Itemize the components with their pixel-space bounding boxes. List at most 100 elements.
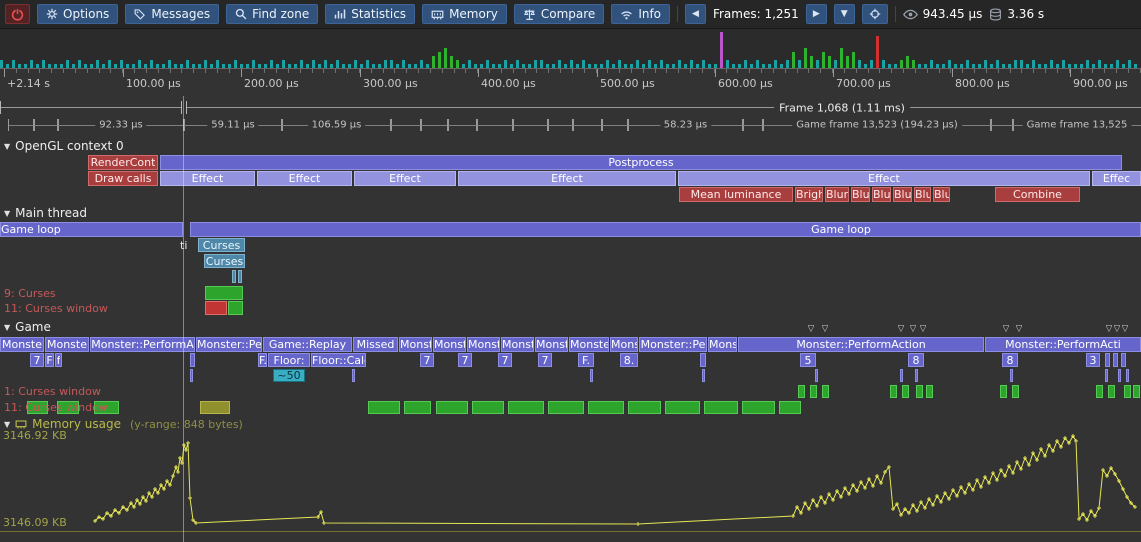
frame-histogram-bar[interactable]: [744, 60, 747, 68]
plot-label[interactable]: 1: Curses window: [4, 385, 164, 398]
frame-histogram-bar[interactable]: [756, 60, 759, 68]
timeline-zone[interactable]: [205, 301, 227, 315]
frame-histogram-bar[interactable]: [0, 60, 3, 68]
frame-histogram-bar[interactable]: [900, 60, 903, 68]
timeline-zone[interactable]: 7: [458, 353, 472, 367]
timeline-zone[interactable]: [1000, 385, 1007, 398]
frame-histogram-bar[interactable]: [948, 60, 951, 68]
timeline-zone[interactable]: Game loop: [190, 222, 1141, 237]
timeline-zone[interactable]: [436, 401, 468, 414]
message-marker-icon[interactable]: ▽: [806, 325, 816, 335]
statistics-button[interactable]: Statistics: [325, 4, 415, 24]
frame-histogram-bar[interactable]: [78, 60, 81, 68]
timeline-zone[interactable]: ~50: [273, 369, 305, 382]
frame-histogram-bar[interactable]: [786, 60, 789, 68]
frame-histogram-bar[interactable]: [834, 60, 837, 68]
frame-histogram-bar[interactable]: [726, 60, 729, 68]
timeline-zone[interactable]: [590, 369, 593, 382]
frame-histogram-bar[interactable]: [444, 48, 447, 68]
frame-histogram-bar[interactable]: [558, 60, 561, 68]
frame-histogram-bar[interactable]: [168, 60, 171, 68]
frame-histogram-bar[interactable]: [354, 60, 357, 68]
timeline-zone[interactable]: [742, 401, 775, 414]
plot-label[interactable]: 11: Curses window: [4, 301, 164, 315]
frame-histogram-bar[interactable]: [792, 52, 795, 68]
frame-histogram-bar[interactable]: [336, 60, 339, 68]
message-marker-icon[interactable]: ▽: [1120, 325, 1130, 335]
frame-histogram-bar[interactable]: [774, 60, 777, 68]
timeline-zone[interactable]: Game::Replay: [263, 337, 352, 352]
frame-histogram-bar[interactable]: [1050, 60, 1053, 68]
options-button[interactable]: Options: [37, 4, 118, 24]
sub-frame[interactable]: [572, 119, 603, 131]
frame-histogram-bar[interactable]: [438, 52, 441, 68]
memory-button[interactable]: Memory: [422, 4, 507, 24]
frame-histogram-bar[interactable]: [1128, 60, 1131, 68]
frame-histogram-bar[interactable]: [798, 60, 801, 68]
frame-histogram-bar[interactable]: [912, 60, 915, 68]
frame-histogram-bar[interactable]: [252, 60, 255, 68]
timeline-zone[interactable]: Monster::PerformActi: [985, 337, 1141, 352]
frame-histogram-bar[interactable]: [66, 60, 69, 68]
frame-histogram-bar[interactable]: [720, 32, 723, 68]
sub-frame[interactable]: [742, 119, 764, 131]
timeline-zone[interactable]: [1126, 369, 1129, 382]
timeline-zone[interactable]: Monst: [433, 337, 466, 352]
timeline-zone[interactable]: Monster::Pe: [196, 337, 262, 352]
frame-histogram-bar[interactable]: [504, 60, 507, 68]
frame-histogram-bar[interactable]: [42, 60, 45, 68]
frame-histogram-bar[interactable]: [1020, 60, 1023, 68]
section-header-opengl[interactable]: ▼ OpenGL context 0: [4, 139, 124, 153]
frame-histogram-bar[interactable]: [420, 60, 423, 68]
timeline-zone[interactable]: Blur: [893, 187, 912, 202]
frame-histogram-bar[interactable]: [312, 60, 315, 68]
frame-histogram-bar[interactable]: [870, 60, 873, 68]
timeline-zone[interactable]: [1105, 369, 1108, 382]
timeline-zone[interactable]: Effec: [1092, 171, 1141, 186]
timeline-zone[interactable]: 7: [420, 353, 434, 367]
timeline-zone[interactable]: Game loop: [0, 222, 183, 237]
section-header-main-thread[interactable]: ▼ Main thread: [4, 206, 87, 220]
frame-histogram-bar[interactable]: [840, 48, 843, 68]
timeline-zone[interactable]: Monste: [569, 337, 609, 352]
frame-histogram-bar[interactable]: [456, 60, 459, 68]
sub-frame[interactable]: Game frame 13,523 (194.23 µs): [762, 119, 992, 131]
next-frame-button[interactable]: ▶: [806, 4, 827, 24]
timeline-zone[interactable]: Effect: [354, 171, 456, 186]
timeline-zone[interactable]: [890, 385, 897, 398]
timeline-zone[interactable]: 7: [538, 353, 552, 367]
frame-histogram-bar[interactable]: [432, 56, 435, 68]
frame-histogram-bar[interactable]: [882, 60, 885, 68]
frame-histogram-bar[interactable]: [1116, 60, 1119, 68]
crosshair-button[interactable]: [862, 4, 888, 24]
timeline-zone[interactable]: [368, 401, 400, 414]
frame-histogram-bar[interactable]: [1062, 60, 1065, 68]
section-header-game[interactable]: ▼ Game: [4, 320, 51, 334]
frame-histogram-bar[interactable]: [636, 60, 639, 68]
timeline-zone[interactable]: [665, 401, 700, 414]
frame-histogram-bar[interactable]: [216, 60, 219, 68]
frame-histogram-bar[interactable]: [384, 60, 387, 68]
timeline-zone[interactable]: Monst: [501, 337, 534, 352]
timeline-zone[interactable]: Mons: [610, 337, 638, 352]
timeline-zone[interactable]: RenderCont: [88, 155, 158, 170]
timeline-zone[interactable]: [472, 401, 504, 414]
frame-histogram-bar[interactable]: [516, 60, 519, 68]
frame-overview-histogram[interactable]: [0, 29, 1141, 68]
messages-button[interactable]: Messages: [125, 4, 219, 24]
frame-histogram-bar[interactable]: [1086, 60, 1089, 68]
timeline-zone[interactable]: [588, 401, 624, 414]
frame-histogram-bar[interactable]: [234, 60, 237, 68]
frame-histogram-bar[interactable]: [450, 56, 453, 68]
timeline-zone[interactable]: Blur: [825, 187, 849, 202]
sub-frame[interactable]: [512, 119, 549, 131]
timeline-zone[interactable]: 8.: [620, 353, 638, 367]
timeline-zone[interactable]: Missed: [353, 337, 398, 352]
frame-histogram-bar[interactable]: [648, 60, 651, 68]
timeline-zone[interactable]: Effect: [257, 171, 352, 186]
timeline-zone[interactable]: Blur: [851, 187, 870, 202]
frame-histogram-bar[interactable]: [846, 56, 849, 68]
timeline-zone[interactable]: Postprocess: [160, 155, 1122, 170]
sub-frame[interactable]: [447, 119, 478, 131]
timeline-zone[interactable]: Monster::PerformA: [90, 337, 195, 352]
